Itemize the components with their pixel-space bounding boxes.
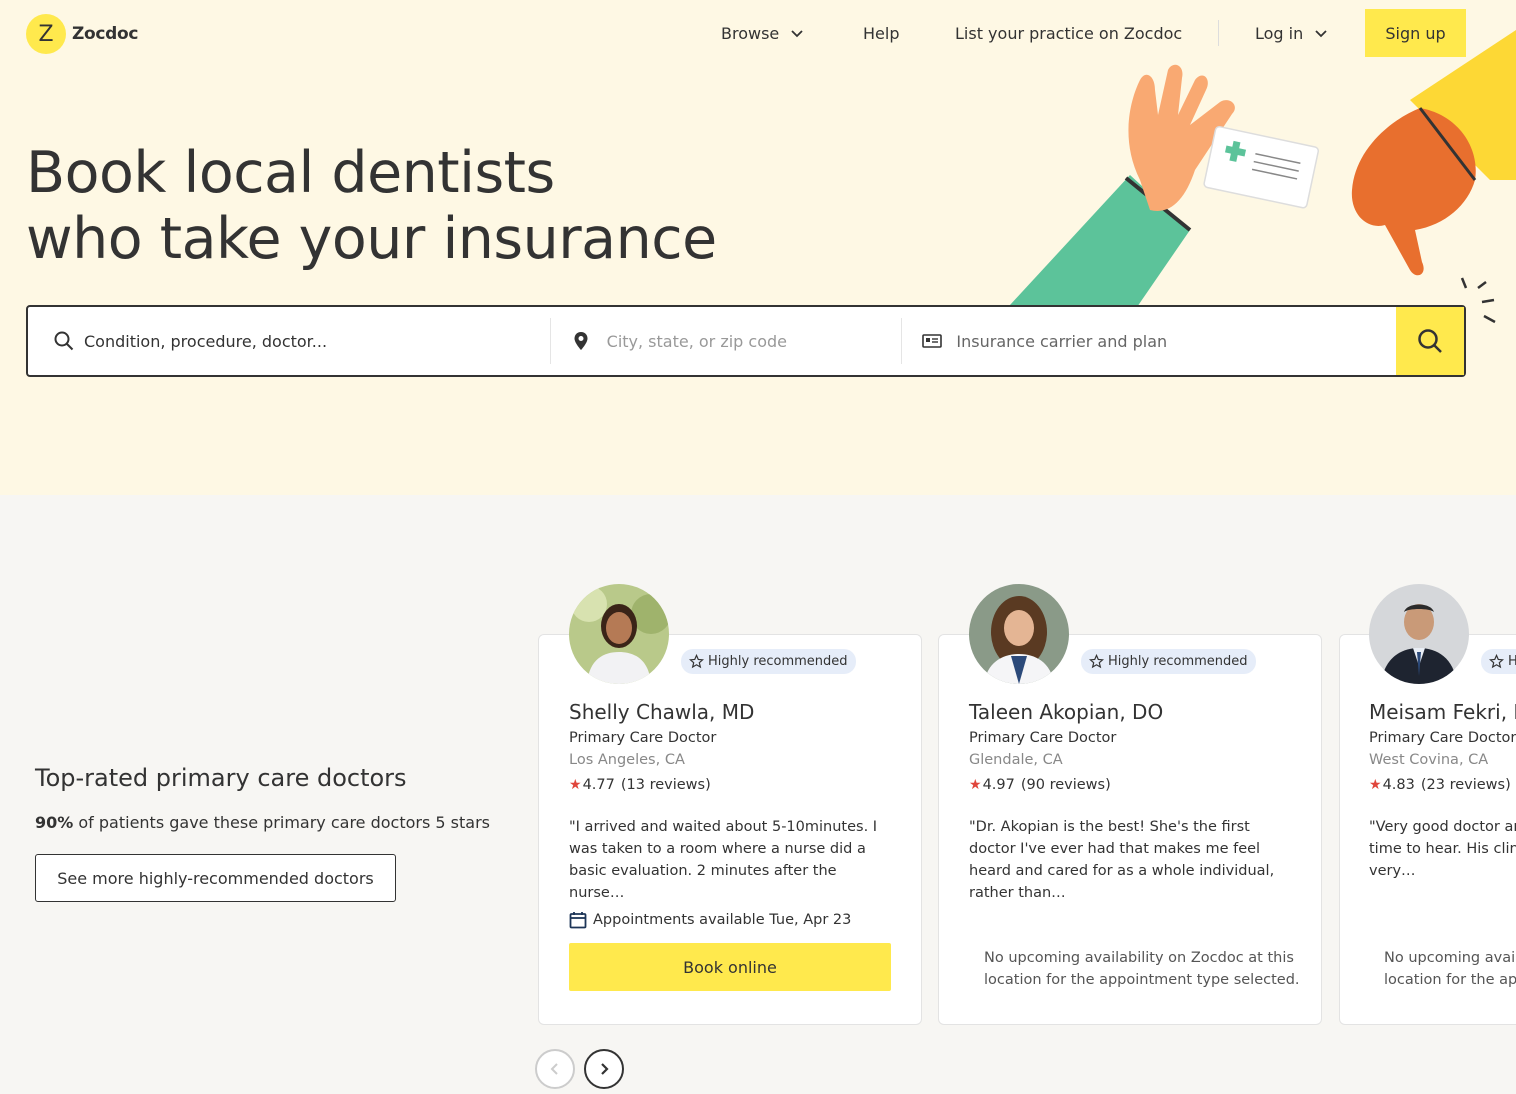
badge-label: Highly recommended	[708, 654, 848, 669]
login-menu[interactable]: Log in	[1255, 8, 1327, 58]
calendar-icon	[569, 912, 587, 929]
review-quote: "I arrived and waited about 5-10minutes.…	[569, 819, 878, 901]
doctor-rating: ★ 4.97 (90 reviews)	[969, 777, 1111, 793]
doctor-name[interactable]: Meisam Fekri, MD	[1369, 700, 1516, 724]
search-icon	[1418, 329, 1442, 353]
star-icon: ★	[569, 777, 582, 793]
stat-text: of patients gave these primary care doct…	[73, 813, 490, 832]
hero-headline: Book local dentists who take your insura…	[26, 140, 717, 272]
carousel-prev-button[interactable]	[535, 1049, 575, 1089]
doctor-specialty: Primary Care Doctor	[969, 730, 1117, 746]
browse-menu[interactable]: Browse	[721, 8, 803, 58]
rating-value: 4.97	[982, 777, 1015, 793]
section-subtitle: 90% of patients gave these primary care …	[35, 813, 490, 832]
appointment-availability: Appointments available Tue, Apr 23	[569, 911, 851, 929]
doctor-specialty: Primary Care Doctor	[569, 730, 717, 746]
chevron-left-icon	[550, 1063, 558, 1075]
doctor-location: Glendale, CA	[969, 752, 1063, 768]
rating-value: 4.77	[582, 777, 615, 793]
section-title: Top-rated primary care doctors	[35, 764, 407, 792]
signup-button[interactable]: Sign up	[1365, 9, 1466, 57]
review-count: (13 reviews)	[620, 777, 711, 793]
star-icon: ★	[1369, 777, 1382, 793]
login-label: Log in	[1255, 23, 1304, 43]
hero-illustration	[1010, 30, 1516, 324]
stat-percent: 90%	[35, 813, 74, 832]
star-icon	[1089, 654, 1104, 669]
card-clip: Highly recommended Meisam Fekri, MD Prim…	[1339, 580, 1516, 1030]
no-availability-text: No upcoming availability on Zocdoc at th…	[984, 950, 1300, 988]
condition-input[interactable]	[84, 331, 550, 351]
insurance-input[interactable]	[956, 331, 1397, 351]
headline-line-1: Book local dentists	[26, 140, 555, 206]
doctor-location: West Covina, CA	[1369, 752, 1489, 768]
location-input[interactable]	[606, 331, 902, 351]
star-icon	[1489, 654, 1504, 669]
avatar	[969, 584, 1069, 684]
map-pin-icon	[574, 332, 588, 350]
insurance-field[interactable]	[902, 307, 1397, 375]
badge-label: Highly recommended	[1508, 654, 1516, 669]
search-button[interactable]	[1396, 307, 1465, 375]
star-icon: ★	[969, 777, 982, 793]
highly-recommended-badge: Highly recommended	[1081, 649, 1256, 674]
review-quote: "Dr. Akopian is the best! She's the firs…	[969, 819, 1275, 901]
chevron-down-icon	[791, 30, 803, 38]
help-link[interactable]: Help	[863, 8, 899, 58]
insurance-card-icon	[922, 334, 943, 348]
review-count: (90 reviews)	[1020, 777, 1111, 793]
highly-recommended-badge: Highly recommended	[681, 649, 856, 674]
review-quote: "Very good doctor and takes maximum time…	[1369, 819, 1516, 879]
doctor-location: Los Angeles, CA	[569, 752, 685, 768]
no-availability-text: No upcoming availability on Zocdoc at th…	[1384, 950, 1516, 988]
doctor-rating: ★ 4.83 (23 reviews)	[1369, 777, 1511, 793]
search-icon	[54, 331, 74, 351]
condition-field[interactable]	[28, 307, 550, 375]
doctor-specialty: Primary Care Doctor	[1369, 730, 1516, 746]
rating-value: 4.83	[1382, 777, 1415, 793]
avatar	[569, 584, 669, 684]
highly-recommended-badge: Highly recommended	[1481, 649, 1516, 674]
badge-label: Highly recommended	[1108, 654, 1248, 669]
appointment-text: Appointments available Tue, Apr 23	[593, 912, 852, 928]
chevron-right-icon	[601, 1063, 609, 1075]
review-count: (23 reviews)	[1420, 777, 1511, 793]
browse-label: Browse	[721, 23, 780, 43]
doctor-rating: ★ 4.77 (13 reviews)	[569, 777, 711, 793]
avatar	[1369, 584, 1469, 684]
list-practice-link[interactable]: List your practice on Zocdoc	[955, 8, 1182, 58]
nav-divider	[1218, 20, 1219, 46]
book-online-button[interactable]: Book online	[569, 943, 891, 991]
location-field[interactable]	[551, 307, 902, 375]
doctor-name[interactable]: Shelly Chawla, MD	[569, 700, 754, 724]
see-more-doctors-button[interactable]: See more highly-recommended doctors	[35, 854, 396, 902]
chevron-down-icon	[1315, 30, 1327, 38]
hero-section: Z Zocdoc Browse Help List your practice …	[0, 0, 1516, 495]
carousel-next-button[interactable]	[584, 1049, 624, 1089]
doctor-name[interactable]: Taleen Akopian, DO	[969, 700, 1163, 724]
search-bar	[26, 305, 1466, 377]
star-icon	[689, 654, 704, 669]
headline-line-2: who take your insurance	[26, 206, 717, 272]
top-nav: Browse Help List your practice on Zocdoc…	[0, 8, 1516, 58]
